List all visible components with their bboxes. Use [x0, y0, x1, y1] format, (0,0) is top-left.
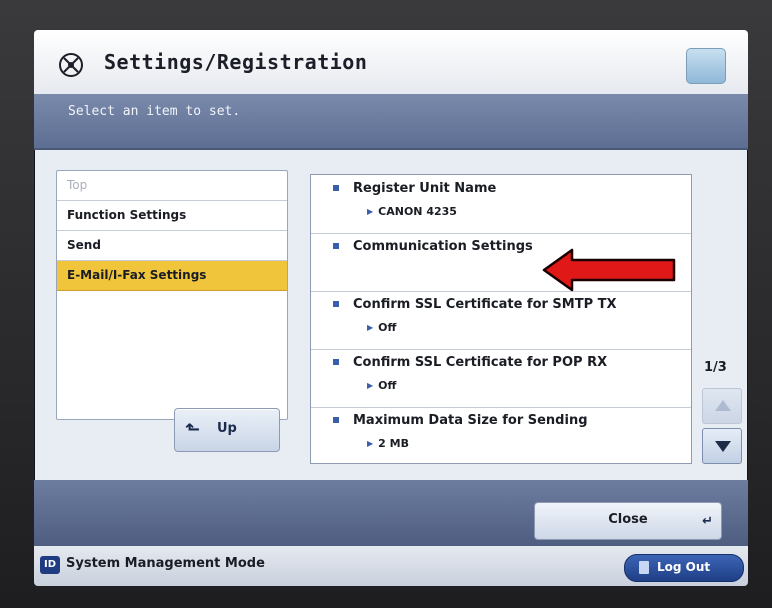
- bullet-icon: [333, 417, 339, 423]
- system-mode-label: System Management Mode: [66, 556, 265, 571]
- status-footer: ID System Management Mode Log Out: [34, 546, 748, 586]
- bullet-icon: [333, 185, 339, 191]
- logout-button[interactable]: Log Out: [624, 554, 744, 582]
- bullet-icon: [333, 359, 339, 365]
- up-button[interactable]: ⬑ Up: [174, 408, 280, 452]
- setting-confirm-ssl-smtp-tx[interactable]: Confirm SSL Certificate for SMTP TX Off: [311, 291, 691, 350]
- close-button-label: Close: [608, 512, 648, 527]
- breadcrumb-item-email-ifax-settings[interactable]: E-Mail/I-Fax Settings: [57, 261, 287, 291]
- instruction-bar: Select an item to set.: [34, 94, 748, 150]
- breadcrumb-item-send[interactable]: Send: [57, 231, 287, 261]
- setting-label: Communication Settings: [353, 239, 533, 254]
- settings-list: Register Unit Name CANON 4235 Communicat…: [310, 174, 692, 464]
- touch-screen: Settings/Registration Select an item to …: [34, 30, 748, 586]
- setting-label: Confirm SSL Certificate for SMTP TX: [353, 297, 617, 312]
- setting-register-unit-name[interactable]: Register Unit Name CANON 4235: [311, 175, 691, 234]
- close-button[interactable]: Close ↵: [534, 502, 722, 540]
- id-icon: ID: [40, 556, 60, 574]
- arrow-up-icon: [715, 400, 731, 411]
- arrow-down-icon: [715, 441, 731, 452]
- breadcrumb-item-function-settings[interactable]: Function Settings: [57, 201, 287, 231]
- scroll-down-button[interactable]: [702, 428, 742, 464]
- setting-value: Off: [367, 321, 396, 334]
- setting-label: Register Unit Name: [353, 181, 497, 196]
- logout-button-label: Log Out: [657, 560, 711, 574]
- up-button-label: Up: [217, 421, 237, 436]
- bullet-icon: [333, 243, 339, 249]
- page-indicator: 1/3: [704, 360, 727, 375]
- setting-confirm-ssl-pop-rx[interactable]: Confirm SSL Certificate for POP RX Off: [311, 349, 691, 408]
- title-bar: Settings/Registration: [34, 30, 748, 95]
- setting-max-data-size-sending[interactable]: Maximum Data Size for Sending 2 MB: [311, 407, 691, 465]
- setting-value: Off: [367, 379, 396, 392]
- status-indicator-icon[interactable]: [686, 48, 726, 84]
- instruction-text: Select an item to set.: [68, 104, 241, 119]
- breadcrumb-item-top[interactable]: Top: [57, 171, 287, 201]
- bullet-icon: [333, 301, 339, 307]
- setting-value: 2 MB: [367, 437, 409, 450]
- return-icon: ↵: [702, 514, 713, 529]
- up-arrow-icon: ⬑: [185, 419, 201, 440]
- setting-value: CANON 4235: [367, 205, 457, 218]
- setting-label: Confirm SSL Certificate for POP RX: [353, 355, 608, 370]
- settings-gear-icon: [59, 53, 83, 77]
- logout-door-icon: [639, 561, 649, 574]
- red-annotation-arrow-icon: [542, 248, 676, 292]
- page-title: Settings/Registration: [104, 50, 368, 74]
- setting-label: Maximum Data Size for Sending: [353, 413, 588, 428]
- breadcrumb: Top Function Settings Send E-Mail/I-Fax …: [56, 170, 288, 420]
- scroll-up-button[interactable]: [702, 388, 742, 424]
